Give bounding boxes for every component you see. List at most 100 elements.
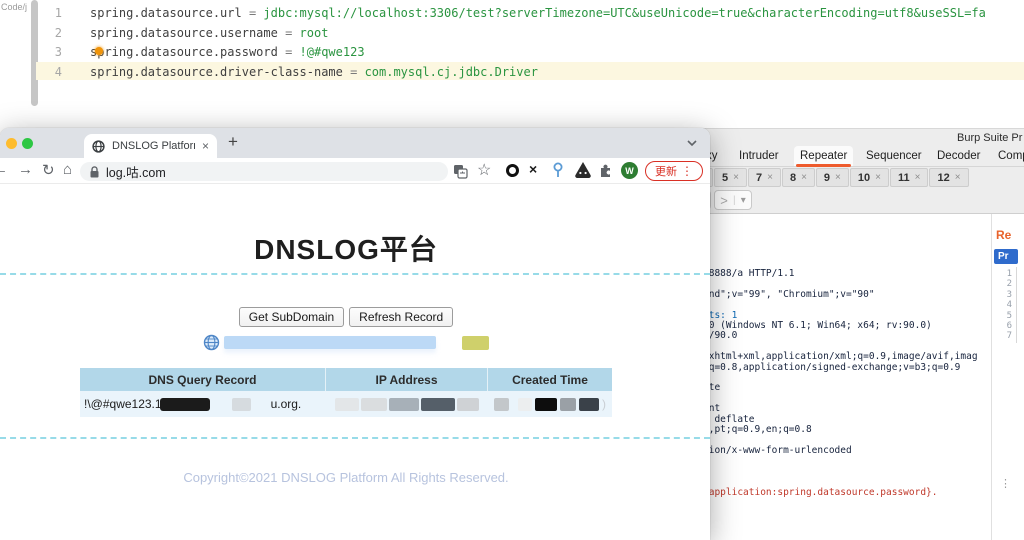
close-icon[interactable]: × <box>955 172 961 183</box>
burp-request-pane: :8888/a HTTP/1.1 and";v="99", "Chromium"… <box>700 214 1024 540</box>
reload-icon[interactable]: ↻ <box>42 161 55 179</box>
more-options-dots-icon[interactable]: ⋮ <box>1000 477 1011 490</box>
minimize-traffic-light[interactable] <box>6 138 17 149</box>
http-request-editor[interactable]: :8888/a HTTP/1.1 and";v="99", "Chromium"… <box>703 269 989 498</box>
burp-tab-sequencer[interactable]: Sequencer <box>860 146 928 166</box>
item-tab-5[interactable]: 5× <box>714 168 747 187</box>
censored-ip-blob <box>389 398 419 411</box>
item-tab-8[interactable]: 8× <box>782 168 815 187</box>
kebab-menu-icon: ⋮ <box>681 164 693 178</box>
censored-ip-blob <box>421 398 455 411</box>
bookmark-star-icon[interactable]: ☆ <box>477 160 491 186</box>
close-icon[interactable]: × <box>733 172 739 183</box>
update-label: 更新 <box>655 163 677 179</box>
refresh-record-button[interactable]: Refresh Record <box>349 307 453 327</box>
item-tab-12[interactable]: 12× <box>929 168 968 187</box>
dns-query-record-text: !\@#qwe123.1 <box>84 397 162 411</box>
request-line: ;q=0.8,application/signed-exchange;v=b3;… <box>703 363 989 373</box>
item-tab-11[interactable]: 11× <box>890 168 928 187</box>
tab-title: DNSLOG Platform <box>112 140 195 152</box>
tab-list-chevron-icon[interactable] <box>686 139 698 147</box>
request-line: x/90.0 <box>703 331 989 341</box>
response-line-number: 5 <box>994 311 1012 321</box>
censored-time-blob <box>535 398 557 411</box>
close-icon[interactable]: × <box>835 172 841 183</box>
subdomain-row <box>0 334 692 351</box>
ide-breadcrumb: Code/j <box>1 2 27 12</box>
burp-suite-window: Burp Suite Pr xyIntruderRepeaterSequence… <box>700 128 1024 540</box>
pin-icon <box>553 162 563 179</box>
globe-icon <box>203 334 220 351</box>
close-icon[interactable]: × <box>915 172 921 183</box>
code-line[interactable]: spring.datasource.driver-class-name = co… <box>90 63 1024 83</box>
table-row: !\@#qwe123.1 u.org. <box>80 391 612 417</box>
pretty-tab[interactable]: Pr <box>994 249 1018 264</box>
browser-tab-strip: DNSLOG Platform × + <box>0 128 710 158</box>
table-header-row: DNS Query RecordIP AddressCreated Time <box>80 368 612 391</box>
new-tab-button[interactable]: + <box>228 132 238 152</box>
censored-blob <box>160 398 210 411</box>
forward-icon[interactable]: → <box>18 161 33 178</box>
translate-icon <box>453 164 468 179</box>
code-line[interactable]: spring.datasource.url = jdbc:mysql://loc… <box>90 4 1024 24</box>
get-subdomain-button[interactable]: Get SubDomain <box>239 307 344 327</box>
url-text: log.咕.com <box>106 162 166 181</box>
address-bar[interactable]: log.咕.com <box>80 162 448 181</box>
line-number: 2 <box>40 24 62 44</box>
browser-window: DNSLOG Platform × + ← → ↻ ⌂ log.咕.com <box>0 128 710 540</box>
code-line[interactable]: spring.datasource.password = !@#qwe123 <box>90 43 1024 63</box>
request-line <box>703 394 989 404</box>
censored-time-blob <box>579 398 599 411</box>
close-icon[interactable]: × <box>767 172 773 183</box>
back-icon[interactable]: ← <box>0 161 8 178</box>
ring-icon <box>506 164 519 177</box>
tab-close-icon[interactable]: × <box>202 139 209 153</box>
response-line-numbers: 1234567 <box>994 269 1012 342</box>
code-line[interactable]: spring.datasource.username = root <box>90 24 1024 44</box>
translate-button[interactable] <box>453 158 468 184</box>
browser-toolbar: ← → ↻ ⌂ log.咕.com ☆ <box>0 158 710 184</box>
mask-icon <box>574 162 592 178</box>
active-tab[interactable]: DNSLOG Platform × <box>84 134 217 158</box>
request-line <box>703 477 989 487</box>
request-line: :8888/a HTTP/1.1 <box>703 269 989 279</box>
burp-repeater-item-tabs: ×5×7×8×9×10×11×12× <box>700 168 969 187</box>
table-header-ip-address: IP Address <box>326 368 488 391</box>
request-line <box>703 300 989 310</box>
item-tab-9[interactable]: 9× <box>816 168 849 187</box>
request-line <box>703 456 989 466</box>
home-icon[interactable]: ⌂ <box>63 161 72 178</box>
burp-tab-repeater[interactable]: Repeater <box>794 146 853 166</box>
dnslog-page: DNSLOG平台 Get SubDomain Refresh Record DN <box>0 184 710 540</box>
request-line: :application:spring.datasource.password}… <box>703 488 989 498</box>
response-pane-label: Re <box>996 228 1011 242</box>
lock-icon <box>90 166 99 178</box>
button-separator: | <box>733 195 736 206</box>
table-header-dns-query-record: DNS Query Record <box>80 368 326 391</box>
request-line: tion/x-www-form-urlencoded <box>703 446 989 456</box>
response-line-number: 2 <box>994 279 1012 289</box>
request-line: .0 (Windows NT 6.1; Win64; x64; rv:90.0) <box>703 321 989 331</box>
avatar-letter: W <box>621 162 638 179</box>
paren-text: ) <box>602 397 606 411</box>
censored-chip <box>462 336 489 350</box>
fullscreen-traffic-light[interactable] <box>22 138 33 149</box>
ide-scrollbar-thumb[interactable] <box>31 0 38 106</box>
pane-separator[interactable] <box>991 214 992 540</box>
item-tab-7[interactable]: 7× <box>748 168 781 187</box>
domain-suffix-text: u.org. <box>271 397 302 411</box>
request-line <box>703 373 989 383</box>
properties-code[interactable]: spring.datasource.url = jdbc:mysql://loc… <box>90 4 1024 82</box>
close-icon[interactable]: × <box>801 172 807 183</box>
burp-tab-comp[interactable]: Comp <box>992 146 1024 166</box>
request-line <box>703 467 989 477</box>
burp-tab-intruder[interactable]: Intruder <box>733 146 785 166</box>
response-line-number: 3 <box>994 290 1012 300</box>
line-number-gutter: 1234 <box>40 4 62 82</box>
burp-tab-decoder[interactable]: Decoder <box>931 146 986 166</box>
censored-subdomain-value[interactable] <box>224 336 436 349</box>
response-line-number: 6 <box>994 321 1012 331</box>
close-icon[interactable]: × <box>875 172 881 183</box>
item-tab-10[interactable]: 10× <box>850 168 889 187</box>
next-request-button[interactable]: > | ▾ <box>714 190 752 210</box>
